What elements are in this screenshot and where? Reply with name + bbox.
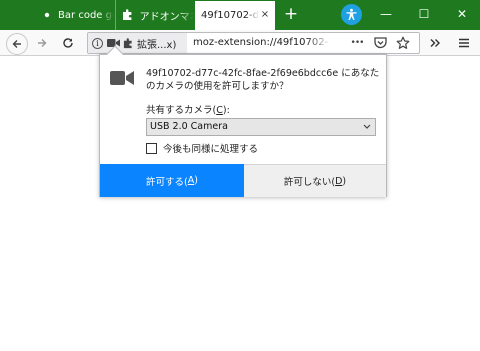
page-actions-button[interactable]: ••• [348,34,366,52]
info-icon[interactable]: i [92,37,103,49]
identity-box[interactable]: i 拡張...x) [88,33,187,53]
overflow-menu-button[interactable] [425,33,445,53]
close-tab-icon[interactable]: × [259,9,271,21]
camera-select-label: 共有するカメラ(C): [146,105,230,116]
camera-select[interactable]: USB 2.0 Camera [146,118,376,136]
remember-checkbox[interactable] [146,142,157,154]
reload-button[interactable] [58,33,78,53]
deny-button[interactable]: 許可しない(D) [244,164,386,197]
close-window-button[interactable]: ✕ [444,0,480,28]
double-chevron-icon [430,39,440,47]
remember-label: 今後も同様に処理する [163,144,259,155]
allow-button[interactable]: 許可する(A) [100,164,244,197]
url-text[interactable]: moz-extension://49f10702- [193,33,333,53]
new-tab-button[interactable]: + [280,3,302,25]
hamburger-menu-button[interactable] [454,33,474,53]
minimize-button[interactable]: — [368,0,404,28]
camera-select-value: USB 2.0 Camera [150,121,228,132]
tab-label: アドオンマネ [139,11,194,23]
forward-button[interactable] [32,33,52,53]
camera-permission-panel: 49f10702-d77c-42fc-8fae-2f69e6bdcc6e にあな… [99,45,387,197]
camera-icon [110,71,134,85]
tab-label: 49f10702-d [201,10,260,21]
accessibility-icon[interactable] [341,4,362,25]
reload-icon [63,38,73,48]
url-bar[interactable]: i 拡張...x) moz-extension://49f10702- ••• [87,32,420,54]
remember-decision[interactable]: 今後も同様に処理する [146,141,258,155]
pocket-icon[interactable] [371,34,389,52]
tab-strip: Bar code ge アドオンマネ 49f10702-d × + — ☐ ✕ [0,0,480,30]
hamburger-icon [459,38,469,48]
tab-addons-manager[interactable]: アドオンマネ [115,0,194,30]
back-button[interactable] [6,33,28,55]
tab-extension-page[interactable]: 49f10702-d × [195,1,275,30]
tab-label: Bar code ge [58,9,114,21]
permission-message: 49f10702-d77c-42fc-8fae-2f69e6bdcc6e にあな… [146,68,380,92]
chevron-down-icon [363,119,371,141]
identity-label: 拡張...x) [137,39,177,51]
back-arrow-icon [12,40,21,48]
tab-bar-code-generator[interactable]: Bar code ge [34,0,114,30]
maximize-button[interactable]: ☐ [406,0,442,28]
puzzle-icon [122,9,135,21]
bookmark-star-icon[interactable] [394,34,412,52]
puzzle-icon [123,37,132,48]
forward-arrow-icon [38,39,47,47]
dot-icon [40,12,53,18]
navigation-toolbar: i 拡張...x) moz-extension://49f10702- ••• [0,30,480,56]
